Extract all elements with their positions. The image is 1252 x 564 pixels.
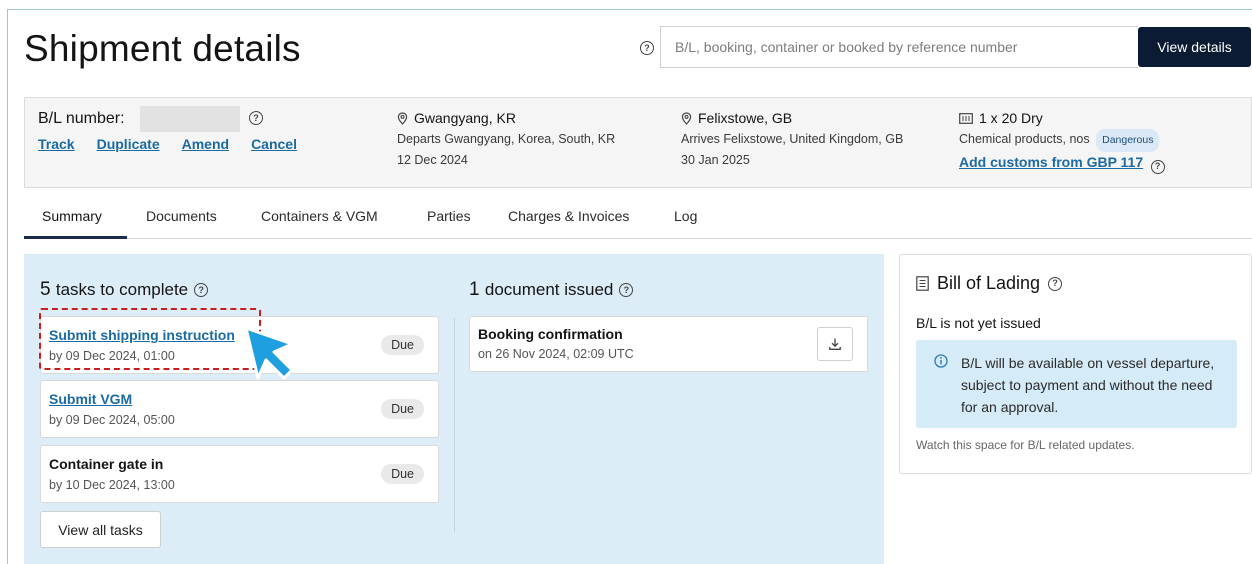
- destination-detail: Arrives Felixstowe, United Kingdom, GB: [681, 132, 904, 146]
- destination-port: Felixstowe, GB: [698, 110, 793, 126]
- duplicate-link[interactable]: Duplicate: [97, 136, 160, 152]
- customs-help-icon[interactable]: ?: [1150, 159, 1165, 174]
- documents-help-icon[interactable]: ?: [619, 283, 634, 297]
- bol-heading: Bill of Lading ?: [916, 273, 1063, 294]
- location-pin-icon: [397, 112, 408, 125]
- tasks-count: 5: [40, 279, 51, 300]
- document-card: Booking confirmation on 26 Nov 2024, 02:…: [469, 316, 868, 372]
- origin-location: Gwangyang, KR Departs Gwangyang, Korea, …: [397, 108, 615, 171]
- documents-title: document issued: [484, 280, 614, 299]
- panel-divider: [454, 318, 455, 532]
- task-name-link[interactable]: Submit VGM: [49, 391, 132, 407]
- search-input[interactable]: [660, 26, 1138, 68]
- info-icon: [934, 354, 948, 368]
- tasks-title: tasks to complete: [55, 280, 189, 299]
- task-date: by 09 Dec 2024, 05:00: [49, 413, 175, 427]
- bol-watch-text: Watch this space for B/L related updates…: [916, 438, 1135, 452]
- status-badge: Due: [381, 335, 424, 355]
- tab-parties[interactable]: Parties: [427, 208, 471, 224]
- tab-documents[interactable]: Documents: [146, 208, 217, 224]
- commodity: Chemical products, nos: [959, 132, 1090, 146]
- origin-detail: Departs Gwangyang, Korea, South, KR: [397, 132, 616, 146]
- documents-count: 1: [469, 279, 480, 300]
- task-card: Submit VGM by 09 Dec 2024, 05:00 Due: [40, 380, 439, 438]
- tasks-panel: 5 tasks to complete ? Submit shipping in…: [24, 254, 884, 564]
- amend-link[interactable]: Amend: [182, 136, 229, 152]
- container-icon: [959, 113, 973, 124]
- destination-date: 30 Jan 2025: [681, 153, 750, 167]
- origin-port: Gwangyang, KR: [414, 110, 516, 126]
- tab-bar: Summary Documents Containers & VGM Parti…: [24, 199, 1252, 239]
- tab-summary[interactable]: Summary: [42, 208, 102, 224]
- container-summary: 1 x 20 Dry: [979, 110, 1043, 126]
- document-icon: [916, 276, 929, 291]
- cargo-info: 1 x 20 Dry Chemical products, nos Danger…: [959, 108, 1165, 174]
- tab-charges-invoices[interactable]: Charges & Invoices: [508, 208, 629, 224]
- view-details-button[interactable]: View details: [1138, 27, 1251, 67]
- origin-date: 12 Dec 2024: [397, 153, 468, 167]
- task-card: Container gate in by 10 Dec 2024, 13:00 …: [40, 445, 439, 503]
- active-tab-indicator: [24, 236, 127, 239]
- document-name: Booking confirmation: [478, 326, 623, 342]
- bl-help-icon[interactable]: ?: [249, 111, 263, 125]
- add-customs-link[interactable]: Add customs from GBP 117: [959, 154, 1143, 170]
- highlight-box: [39, 308, 261, 370]
- dangerous-badge: Dangerous: [1096, 129, 1160, 152]
- documents-heading: 1 document issued ?: [469, 279, 634, 301]
- status-badge: Due: [381, 464, 424, 484]
- bill-of-lading-card: Bill of Lading ? B/L is not yet issued B…: [899, 254, 1252, 474]
- tab-containers-vgm[interactable]: Containers & VGM: [261, 208, 378, 224]
- location-pin-icon: [681, 112, 692, 125]
- shipment-summary: B/L number: ? Track Duplicate Amend Canc…: [24, 97, 1252, 188]
- download-button[interactable]: [817, 327, 853, 361]
- track-link[interactable]: Track: [38, 136, 75, 152]
- search-help-icon[interactable]: ?: [640, 41, 654, 55]
- bol-info-text: B/L will be available on vessel departur…: [961, 355, 1215, 415]
- view-all-tasks-button[interactable]: View all tasks: [40, 511, 161, 548]
- bol-status: B/L is not yet issued: [916, 315, 1041, 331]
- document-date: on 26 Nov 2024, 02:09 UTC: [478, 347, 634, 361]
- bl-number-redacted: [140, 106, 240, 132]
- download-icon: [829, 338, 841, 350]
- bol-help-icon[interactable]: ?: [1048, 276, 1063, 291]
- tasks-help-icon[interactable]: ?: [194, 283, 209, 297]
- bol-info-box: B/L will be available on vessel departur…: [916, 340, 1237, 428]
- cancel-link[interactable]: Cancel: [251, 136, 297, 152]
- tab-log[interactable]: Log: [674, 208, 697, 224]
- status-badge: Due: [381, 399, 424, 419]
- tasks-heading: 5 tasks to complete ?: [40, 279, 209, 301]
- shipment-actions: Track Duplicate Amend Cancel: [38, 136, 297, 152]
- bol-title: Bill of Lading: [937, 273, 1041, 293]
- page-title: Shipment details: [24, 28, 301, 69]
- cursor-arrow-icon: [244, 326, 294, 380]
- bl-number-label: B/L number:: [38, 110, 125, 127]
- destination-location: Felixstowe, GB Arrives Felixstowe, Unite…: [681, 108, 903, 171]
- task-date: by 10 Dec 2024, 13:00: [49, 478, 175, 492]
- task-name: Container gate in: [49, 456, 164, 472]
